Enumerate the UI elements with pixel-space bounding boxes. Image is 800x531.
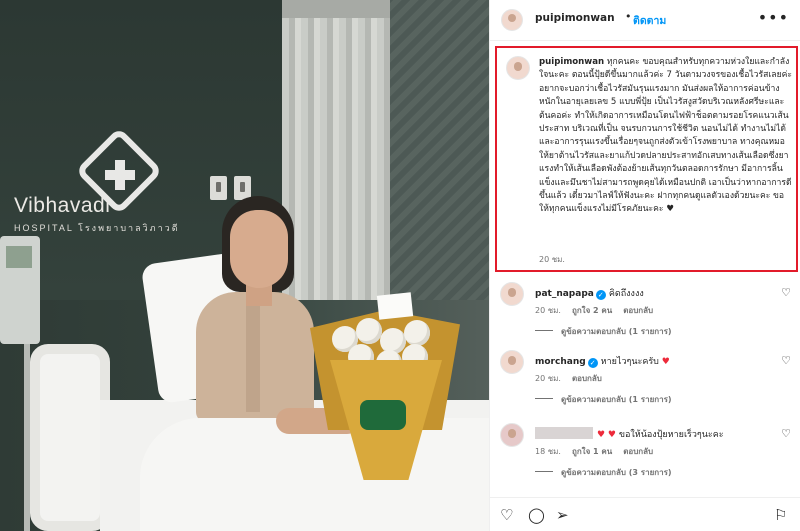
comment-text: คิดถึงงงง [608, 289, 644, 299]
comment-icon[interactable]: ◯ [528, 506, 545, 524]
reply-button[interactable]: ตอบกลับ [623, 306, 653, 315]
comment-avatar[interactable] [500, 350, 524, 374]
comment-time[interactable]: 20 ชม. [535, 306, 561, 315]
comment-time[interactable]: 20 ชม. [535, 374, 561, 383]
flower [404, 320, 430, 346]
more-horizontal-icon[interactable]: ••• [758, 8, 789, 27]
post-action-bar: ♡ ◯ ➢ ⚐ [490, 497, 800, 531]
bouquet-ribbon [360, 400, 406, 430]
medical-monitor [0, 236, 40, 344]
reply-button[interactable]: ตอบกลับ [572, 374, 602, 383]
blurred-username[interactable] [535, 427, 593, 439]
view-replies-button[interactable]: ดูข้อความตอบกลับ (1 รายการ) [535, 393, 672, 406]
patient-face [230, 210, 288, 288]
header-separator: • [625, 10, 632, 23]
view-replies-button[interactable]: ดูข้อความตอบกลับ (3 รายการ) [535, 466, 672, 479]
caption-username[interactable]: puipimonwan [539, 57, 604, 67]
comment-avatar[interactable] [500, 282, 524, 306]
author-username[interactable]: puipimonwan [535, 12, 615, 24]
flower-bouquet [300, 290, 470, 490]
wall-outlet [210, 176, 227, 200]
follow-button[interactable]: ติดตาม [633, 12, 666, 29]
share-icon[interactable]: ➢ [556, 506, 569, 524]
bouquet-card [376, 292, 414, 320]
comment-text: หายไวๆนะครับ [600, 357, 659, 367]
comment-text: ขอให้น้องปุ้ยหายเร็วๆนะคะ [618, 430, 724, 440]
curtain [282, 0, 390, 300]
caption-avatar[interactable] [506, 56, 530, 80]
red-heart-emoji-icon: ♥ ♥ [597, 430, 619, 440]
comment-line: pat_napapa ✓ คิดถึงงงง [535, 286, 644, 300]
comment-like-heart-icon[interactable]: ♡ [781, 286, 791, 299]
comment-likes[interactable]: ถูกใจ 2 คน [572, 306, 612, 315]
verified-badge-icon: ✓ [587, 358, 598, 368]
caption-highlight: puipimonwan ทุกคนคะ ขอบคุณสำหรับทุกความห… [495, 46, 798, 272]
heart-icon[interactable]: ♡ [500, 506, 513, 524]
post-header: puipimonwan • ติดตาม ••• [490, 0, 800, 41]
comment-likes[interactable]: ถูกใจ 1 คน [572, 447, 612, 456]
comment-avatar-blurred[interactable] [500, 423, 524, 447]
comment-meta: 20 ชม. ตอบกลับ [535, 372, 613, 385]
view-replies-button[interactable]: ดูข้อความตอบกลับ (1 รายการ) [535, 325, 672, 338]
comment-username[interactable]: morchang [535, 357, 586, 367]
hospital-logo-name: Vibhavadi [14, 194, 111, 217]
post-photo[interactable]: Vibhavadi HOSPITAL โรงพยาบาลวิภาวดี [0, 0, 489, 531]
comment-meta: 18 ชม. ถูกใจ 1 คน ตอบกลับ [535, 445, 664, 458]
comment-username[interactable]: pat_napapa [535, 289, 594, 299]
comment-line: ♥ ♥ ขอให้น้องปุ้ยหายเร็วๆนะคะ [535, 427, 724, 441]
post-side-panel: puipimonwan • ติดตาม ••• puipimonwan ทุก… [489, 0, 800, 531]
comment-like-heart-icon[interactable]: ♡ [781, 427, 791, 440]
caption-text: puipimonwan ทุกคนคะ ขอบคุณสำหรับทุกความห… [539, 56, 793, 217]
hospital-logo-subtitle: HOSPITAL โรงพยาบาลวิภาวดี [14, 223, 180, 233]
author-avatar[interactable] [501, 9, 523, 31]
comment-time[interactable]: 18 ชม. [535, 447, 561, 456]
bed-rail [30, 344, 110, 531]
hospital-logo-cross [105, 160, 135, 190]
comment-like-heart-icon[interactable]: ♡ [781, 354, 791, 367]
comment-meta: 20 ชม. ถูกใจ 2 คน ตอบกลับ [535, 304, 664, 317]
comment-line: morchang ✓ หายไวๆนะครับ ♥ [535, 354, 670, 368]
curtain-rail [282, 0, 390, 18]
flower [356, 318, 382, 344]
red-heart-emoji-icon: ♥ [658, 357, 670, 367]
verified-badge-icon: ✓ [595, 290, 606, 300]
window [385, 0, 489, 300]
caption-body: ทุกคนคะ ขอบคุณสำหรับทุกความห่วงใยและกำลั… [539, 57, 792, 215]
bookmark-icon[interactable]: ⚐ [774, 506, 787, 524]
patient-gown [196, 292, 314, 422]
caption-timestamp[interactable]: 20 ชม. [539, 253, 565, 266]
reply-button[interactable]: ตอบกลับ [623, 447, 653, 456]
